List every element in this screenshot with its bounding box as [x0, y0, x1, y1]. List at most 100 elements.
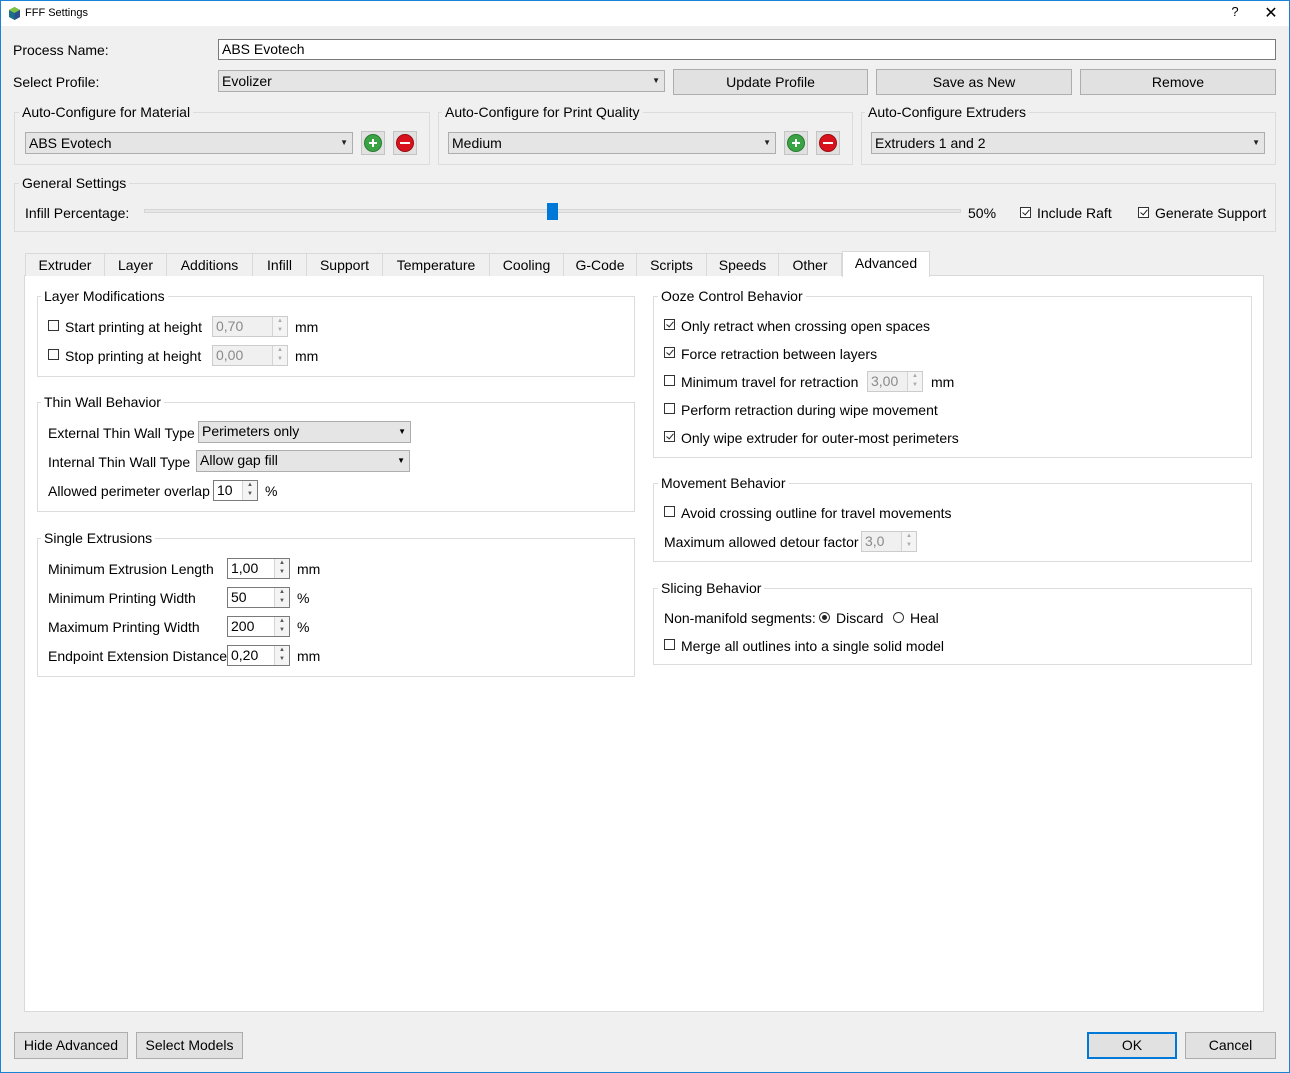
only-retract-checkbox[interactable]: [664, 319, 675, 330]
endpoint-extension-unit: mm: [297, 648, 321, 664]
min-travel-checkbox[interactable]: [664, 375, 675, 386]
endpoint-extension-label: Endpoint Extension Distance: [48, 648, 227, 664]
only-retract-label: Only retract when crossing open spaces: [681, 318, 931, 334]
merge-outlines-checkbox[interactable]: [664, 639, 675, 650]
wipe-retract-label: Perform retraction during wipe movement: [681, 402, 938, 418]
internal-thin-wall-select[interactable]: Allow gap fill ▼: [196, 450, 410, 472]
stop-height-unit: mm: [295, 348, 319, 364]
tab-advanced[interactable]: Advanced: [842, 251, 930, 277]
hide-advanced-button[interactable]: Hide Advanced: [14, 1032, 128, 1059]
perimeter-overlap-value: 10: [217, 482, 233, 498]
endpoint-extension-input[interactable]: 0,20 ▲ ▼: [227, 645, 290, 666]
window-title: FFF Settings: [25, 7, 88, 19]
tab-gcode[interactable]: G-Code: [563, 253, 637, 276]
perimeter-overlap-label: Allowed perimeter overlap: [48, 483, 210, 499]
infill-slider-handle[interactable]: [547, 203, 558, 220]
start-height-value: 0,70: [216, 318, 244, 334]
add-quality-button[interactable]: [784, 131, 808, 155]
spin-arrows-icon[interactable]: ▲ ▼: [242, 481, 257, 500]
merge-outlines-label: Merge all outlines into a single solid m…: [681, 638, 945, 654]
layer-modifications-title: Layer Modifications: [41, 287, 168, 305]
min-extrusion-length-input[interactable]: 1,00 ▲ ▼: [227, 558, 290, 579]
ooze-control-title: Ooze Control Behavior: [658, 287, 806, 305]
spin-arrows-icon[interactable]: ▲ ▼: [274, 617, 289, 636]
quality-select[interactable]: Medium ▼: [448, 132, 776, 154]
avoid-crossing-label: Avoid crossing outline for travel moveme…: [681, 505, 952, 521]
spin-arrows-icon[interactable]: ▲ ▼: [274, 559, 289, 578]
perimeter-overlap-unit: %: [265, 483, 278, 499]
chevron-down-icon: ▼: [763, 138, 771, 147]
tab-speeds[interactable]: Speeds: [706, 253, 779, 276]
force-retract-checkbox[interactable]: [664, 347, 675, 358]
ok-button[interactable]: OK: [1087, 1032, 1177, 1059]
min-extrusion-length-label: Minimum Extrusion Length: [48, 561, 214, 577]
min-extrusion-length-value: 1,00: [231, 560, 259, 576]
min-printing-width-input[interactable]: 50 ▲ ▼: [227, 587, 290, 608]
start-height-input[interactable]: 0,70 ▲ ▼: [212, 316, 288, 337]
min-printing-width-label: Minimum Printing Width: [48, 590, 196, 606]
tab-layer[interactable]: Layer: [104, 253, 167, 276]
save-as-new-button[interactable]: Save as New: [876, 69, 1072, 95]
max-printing-width-value: 200: [231, 618, 255, 634]
non-manifold-label: Non-manifold segments:: [664, 610, 816, 626]
movement-title: Movement Behavior: [658, 474, 789, 492]
discard-radio[interactable]: [819, 612, 830, 623]
spin-arrows-icon[interactable]: ▲ ▼: [907, 372, 922, 391]
help-button[interactable]: ?: [1227, 4, 1243, 19]
tab-extruder[interactable]: Extruder: [25, 253, 105, 276]
spin-arrows-icon[interactable]: ▲ ▼: [274, 588, 289, 607]
close-icon[interactable]: ✕: [1263, 3, 1279, 23]
spin-arrows-icon[interactable]: ▲ ▼: [272, 346, 287, 365]
tab-scripts[interactable]: Scripts: [636, 253, 707, 276]
tab-other[interactable]: Other: [778, 253, 842, 276]
chevron-down-icon: ▼: [397, 456, 405, 465]
detour-factor-input[interactable]: 3,0 ▲ ▼: [861, 531, 917, 552]
only-wipe-label: Only wipe extruder for outer-most perime…: [681, 430, 959, 446]
wipe-retract-checkbox[interactable]: [664, 403, 675, 414]
perimeter-overlap-input[interactable]: 10 ▲ ▼: [213, 480, 258, 501]
heal-radio[interactable]: [893, 612, 904, 623]
cancel-button[interactable]: Cancel: [1185, 1032, 1276, 1059]
process-name-input[interactable]: ABS Evotech: [218, 39, 1276, 60]
remove-material-button[interactable]: [393, 131, 417, 155]
remove-profile-button[interactable]: Remove: [1080, 69, 1276, 95]
tab-infill[interactable]: Infill: [252, 253, 307, 276]
avoid-crossing-checkbox[interactable]: [664, 506, 675, 517]
spin-arrows-icon[interactable]: ▲ ▼: [272, 317, 287, 336]
min-travel-unit: mm: [931, 374, 955, 390]
remove-quality-button[interactable]: [816, 131, 840, 155]
profile-select[interactable]: Evolizer ▼: [218, 70, 665, 92]
tab-additions[interactable]: Additions: [166, 253, 253, 276]
only-wipe-checkbox[interactable]: [664, 431, 675, 442]
select-models-button[interactable]: Select Models: [136, 1032, 243, 1059]
single-extrusions-title: Single Extrusions: [41, 529, 156, 547]
min-travel-input[interactable]: 3,00 ▲ ▼: [867, 371, 923, 392]
start-height-unit: mm: [295, 319, 319, 335]
start-height-checkbox[interactable]: [48, 320, 59, 331]
external-thin-wall-select[interactable]: Perimeters only ▼: [198, 421, 411, 443]
include-raft-checkbox[interactable]: [1020, 207, 1031, 218]
extruders-select[interactable]: Extruders 1 and 2 ▼: [871, 132, 1265, 154]
max-printing-width-input[interactable]: 200 ▲ ▼: [227, 616, 290, 637]
include-raft-label: Include Raft: [1037, 205, 1112, 221]
min-extrusion-length-unit: mm: [297, 561, 321, 577]
external-thin-wall-value: Perimeters only: [202, 423, 300, 439]
add-material-button[interactable]: [361, 131, 385, 155]
stop-height-checkbox[interactable]: [48, 349, 59, 360]
force-retract-label: Force retraction between layers: [681, 346, 878, 362]
min-travel-label: Minimum travel for retraction: [681, 374, 859, 390]
chevron-down-icon: ▼: [340, 138, 348, 147]
tab-temperature[interactable]: Temperature: [382, 253, 490, 276]
tab-support[interactable]: Support: [306, 253, 383, 276]
profile-select-value: Evolizer: [222, 73, 272, 89]
tab-cooling[interactable]: Cooling: [489, 253, 564, 276]
material-select[interactable]: ABS Evotech ▼: [25, 132, 353, 154]
generate-support-checkbox[interactable]: [1138, 207, 1149, 218]
auto-extruders-title: Auto-Configure Extruders: [865, 103, 1029, 121]
spin-arrows-icon[interactable]: ▲ ▼: [901, 532, 916, 551]
update-profile-button[interactable]: Update Profile: [673, 69, 868, 95]
max-printing-width-label: Maximum Printing Width: [48, 619, 200, 635]
spin-arrows-icon[interactable]: ▲ ▼: [274, 646, 289, 665]
max-printing-width-unit: %: [297, 619, 310, 635]
stop-height-input[interactable]: 0,00 ▲ ▼: [212, 345, 288, 366]
